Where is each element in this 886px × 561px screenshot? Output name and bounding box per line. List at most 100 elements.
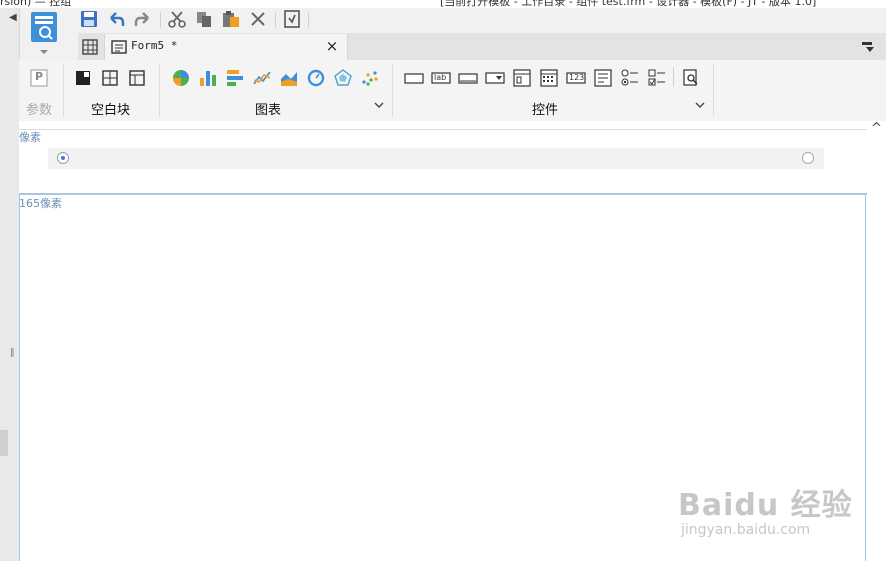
chart-group-label: 图表 xyxy=(255,103,282,118)
undo-button[interactable] xyxy=(106,9,126,29)
area-chart-icon xyxy=(281,72,297,86)
number-icon-text: 123 xyxy=(569,73,585,82)
delete-icon xyxy=(251,12,265,26)
delete-button[interactable] xyxy=(248,9,268,29)
grid-icon xyxy=(82,38,98,55)
save-button[interactable] xyxy=(79,9,99,29)
radio-group-control-button[interactable] xyxy=(619,67,641,89)
pie-chart-icon xyxy=(173,70,189,86)
redo-icon xyxy=(134,12,149,26)
button-icon xyxy=(458,73,478,84)
control-expand-button[interactable] xyxy=(694,99,706,111)
save-icon xyxy=(81,11,97,27)
line-chart-button[interactable] xyxy=(251,67,273,89)
ribbon-separator xyxy=(392,64,393,116)
cut-button[interactable] xyxy=(167,9,187,29)
ribbon-separator xyxy=(673,67,674,87)
control-group-label: 控件 xyxy=(532,103,559,118)
vertical-scrollbar[interactable] xyxy=(867,141,886,561)
dropdown-control-button[interactable] xyxy=(484,67,506,89)
template-icon xyxy=(284,10,300,28)
parameter-label: 参数 xyxy=(26,103,53,118)
ribbon-separator xyxy=(713,64,714,116)
collapse-left-icon[interactable]: ◀ xyxy=(9,12,17,23)
listbox-control-button[interactable] xyxy=(592,67,614,89)
radio-option-selected[interactable] xyxy=(57,152,69,164)
textbox-icon xyxy=(404,73,424,84)
date-control-button[interactable] xyxy=(511,67,533,89)
gauge-button[interactable] xyxy=(305,67,327,89)
toolbar-separator xyxy=(308,12,309,28)
selected-block-size-label: 165像素 xyxy=(19,197,62,210)
tab-label: Form5 * xyxy=(131,39,178,52)
checkbox-group-icon xyxy=(648,69,665,86)
form-icon xyxy=(111,40,127,54)
radio-group-widget[interactable] xyxy=(48,148,824,169)
splitter-grip-icon[interactable]: ‖ xyxy=(10,348,15,358)
listbox-icon xyxy=(594,69,612,87)
paste-icon xyxy=(223,11,239,27)
watermark-url: jingyan.baidu.com xyxy=(681,522,811,538)
search-icon xyxy=(683,69,698,86)
scroll-up-button[interactable]: ^ xyxy=(867,121,886,141)
label-control-button[interactable]: lab xyxy=(430,67,452,89)
title-left-text: rsion) — 控组 xyxy=(0,0,72,8)
label-icon-text: lab xyxy=(434,73,447,82)
blank-block-label: 空白块 xyxy=(91,103,131,118)
bar-chart-button[interactable] xyxy=(197,67,219,89)
radar-button[interactable] xyxy=(332,67,354,89)
horizontal-bar-button[interactable] xyxy=(224,67,246,89)
number-control-button[interactable]: 123 xyxy=(565,67,587,89)
copy-button[interactable] xyxy=(194,9,214,29)
tab-form5[interactable]: Form5 * × xyxy=(104,34,348,60)
panel-toggle-button[interactable] xyxy=(860,39,876,55)
chevron-down-icon xyxy=(695,102,705,108)
redo-button[interactable] xyxy=(133,9,153,29)
parameter-button[interactable]: P xyxy=(28,67,50,89)
title-right-text: [当前打开模板 - 工作目录 - 组件 test.frm - 设计器 - 模板(… xyxy=(440,0,817,8)
new-grid-tab-button[interactable] xyxy=(78,33,102,60)
calendar-icon xyxy=(540,69,558,87)
pie-chart-button[interactable] xyxy=(170,67,192,89)
checkbox-group-control-button[interactable] xyxy=(646,67,668,89)
horizontal-bar-icon xyxy=(227,70,243,86)
blank-split-icon xyxy=(102,70,118,86)
left-panel-edge[interactable]: ◀ ‖ xyxy=(0,8,20,561)
copy-icon xyxy=(197,12,211,27)
textbox-control-button[interactable] xyxy=(403,67,425,89)
panel-toggle-icon xyxy=(862,42,874,52)
undo-icon xyxy=(110,12,125,26)
area-chart-button[interactable] xyxy=(278,67,300,89)
ribbon-separator xyxy=(63,64,64,116)
blank-frame-icon xyxy=(129,70,145,86)
watermark-brand: Baidu 经验 xyxy=(678,488,853,523)
block-top-border xyxy=(19,129,867,130)
blank-frame-button[interactable] xyxy=(126,67,148,89)
blank-split-button[interactable] xyxy=(99,67,121,89)
gauge-icon xyxy=(307,69,325,87)
bar-chart-icon xyxy=(200,71,216,86)
chart-expand-button[interactable] xyxy=(373,99,385,111)
left-panel-tab[interactable] xyxy=(0,430,8,456)
parameter-icon-letter: P xyxy=(35,70,44,83)
scatter-button[interactable] xyxy=(359,67,381,89)
toolbar-separator xyxy=(275,12,276,28)
radio-group-icon xyxy=(621,69,638,86)
chevron-down-icon xyxy=(374,102,384,108)
blank-absolute-button[interactable] xyxy=(72,67,94,89)
blank-absolute-icon xyxy=(76,71,90,85)
button-control-button[interactable] xyxy=(457,67,479,89)
search-control-button[interactable] xyxy=(680,67,702,89)
dropdown-icon xyxy=(485,72,505,84)
scatter-icon xyxy=(362,71,378,86)
block-size-label: 像素 xyxy=(19,131,41,144)
app-menu-button[interactable] xyxy=(28,10,60,56)
radio-option[interactable] xyxy=(802,152,814,164)
paste-button[interactable] xyxy=(221,9,241,29)
ribbon-separator xyxy=(159,64,160,116)
app-logo-icon xyxy=(31,12,57,54)
calendar-control-button[interactable] xyxy=(538,67,560,89)
close-icon[interactable]: × xyxy=(323,37,341,55)
template-button[interactable] xyxy=(282,9,302,29)
date-icon xyxy=(513,69,531,87)
